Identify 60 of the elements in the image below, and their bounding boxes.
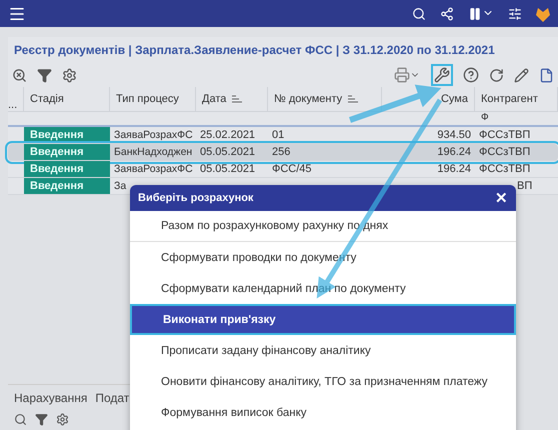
- document-icon[interactable]: [539, 68, 554, 82]
- sliders-icon[interactable]: [508, 6, 522, 20]
- dialog-title: Виберіть розрахунок: [138, 192, 254, 204]
- table-cell: ФСС/45: [272, 163, 312, 175]
- table-row[interactable]: Введення БанкНадходжен 05.05.2021 256 196.24 ФССзТВП: [8, 144, 558, 161]
- menu-item[interactable]: Сформувати календарний план по документу: [130, 273, 516, 304]
- settings-icon[interactable]: [56, 413, 69, 426]
- table-cell: ЗаяваРозрахФС: [114, 129, 193, 141]
- column-header[interactable]: Тип процесу: [116, 93, 179, 105]
- column-header[interactable]: Контрагент: [481, 93, 538, 105]
- table-row[interactable]: Введення ЗаяваРозрахФС 05.05.2021 ФСС/45 196.24 ФССзТВП: [8, 161, 558, 178]
- stage-badge: Введення: [24, 178, 110, 195]
- filter-icon[interactable]: [37, 68, 52, 82]
- menu-item[interactable]: Прописати задану фінансову аналітику: [130, 335, 516, 366]
- wrench-button[interactable]: [431, 64, 453, 86]
- table-cell: 05.05.2021: [200, 163, 256, 175]
- table-cell: 25.02.2021: [200, 129, 256, 141]
- table-cell: 196.24: [437, 146, 471, 158]
- menu-item[interactable]: Оновити фінансову аналітику, ТГО за призначенням платежу: [130, 366, 516, 397]
- page-title: Реєстр документів | Зарплата.Заявление-расчет ФСС | З 31.12.2020 по 31.12.2021: [13, 42, 496, 59]
- table-cell: 05.05.2021: [200, 146, 256, 158]
- refresh-icon[interactable]: [489, 68, 504, 82]
- table-cell: За: [114, 180, 126, 192]
- search-icon[interactable]: [412, 6, 426, 20]
- menu-item[interactable]: Формування виписок банку: [130, 397, 516, 428]
- tab[interactable]: Нарахування: [14, 391, 88, 405]
- stage-badge: Введення: [24, 144, 110, 161]
- pause-icon[interactable]: [468, 6, 482, 20]
- search-icon[interactable]: [14, 413, 27, 426]
- column-header[interactable]: Сума: [440, 93, 468, 105]
- table-cell: 934.50: [437, 129, 471, 141]
- menu-item[interactable]: Разом по розрахунковому рахунку по днях: [130, 211, 516, 242]
- filter-value[interactable]: Ф: [481, 112, 489, 123]
- column-menu[interactable]: ...: [8, 99, 18, 111]
- help-icon[interactable]: [463, 67, 479, 83]
- stage-badge: Введення: [24, 161, 110, 178]
- table-cell: ФССзТВП: [479, 163, 530, 175]
- stage-badge: Введення: [24, 127, 110, 144]
- table-cell: БанкНадходжен: [114, 146, 192, 158]
- column-header[interactable]: Дата: [202, 93, 226, 105]
- avatar-icon[interactable]: [536, 6, 550, 22]
- table-cell: 196.24: [437, 163, 471, 175]
- table-cell: ВП: [517, 180, 532, 192]
- sort-icon[interactable]: [348, 95, 358, 103]
- share-icon[interactable]: [440, 6, 454, 20]
- sort-icon[interactable]: [232, 95, 242, 103]
- tab[interactable]: Подат: [95, 391, 130, 405]
- table-cell: ЗаяваРозрахФС: [114, 163, 193, 175]
- table-cell: 01: [272, 129, 284, 141]
- column-header[interactable]: № документу: [274, 93, 342, 105]
- settings-icon[interactable]: [62, 68, 77, 82]
- column-header[interactable]: Стадія: [30, 93, 64, 105]
- table-cell: 256: [272, 146, 290, 158]
- edit-icon[interactable]: [514, 68, 529, 82]
- printer-button[interactable]: [393, 66, 421, 84]
- filter-icon[interactable]: [35, 413, 48, 426]
- table-cell: ФССзТВП: [479, 146, 530, 158]
- table-cell: ФССзТВП: [479, 129, 530, 141]
- zoom-out-icon[interactable]: [12, 68, 27, 82]
- menu-item[interactable]: Виконати прив'язку: [130, 304, 516, 335]
